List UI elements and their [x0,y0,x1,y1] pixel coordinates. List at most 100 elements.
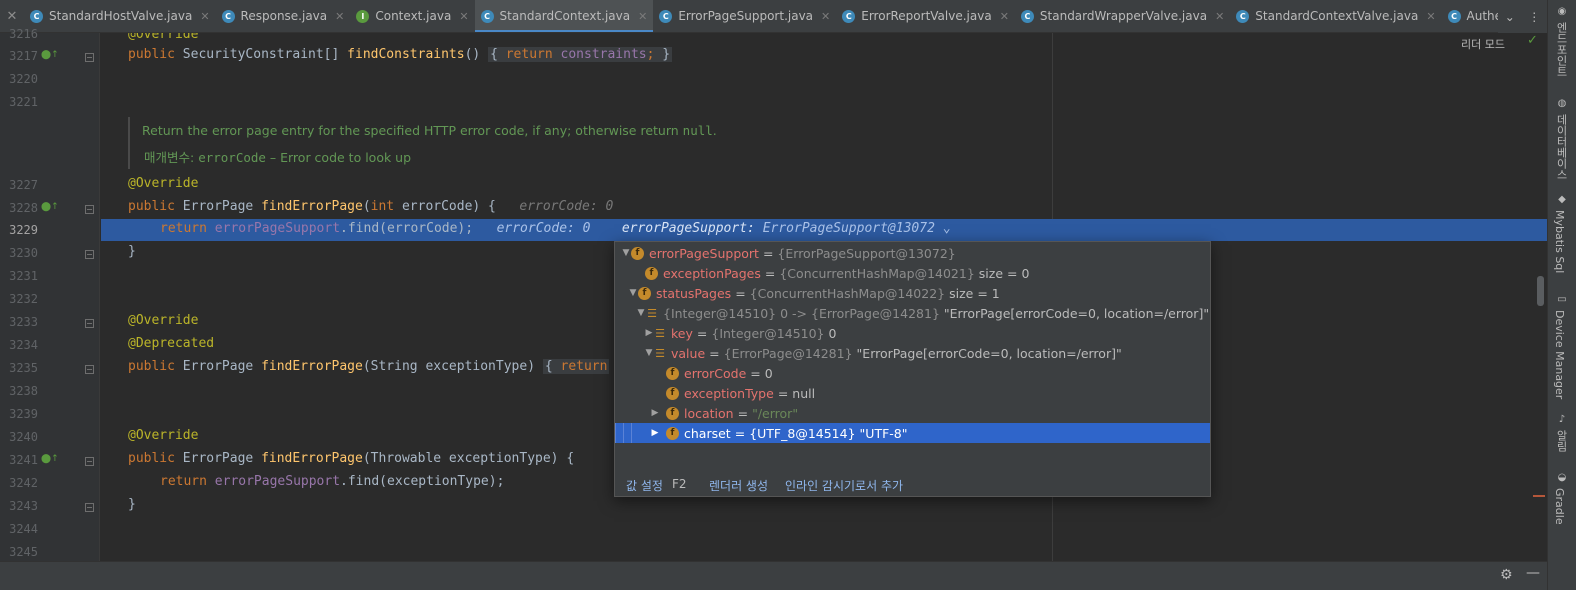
close-icon[interactable]: ✕ [1426,10,1435,23]
close-icon[interactable]: ✕ [335,10,344,23]
chevron-down-icon[interactable]: ▼ [628,288,638,298]
device-manager-icon[interactable]: ▭ [1556,294,1568,306]
gradle-icon[interactable]: ◒ [1556,472,1568,484]
database-tool-button[interactable]: 데이터베이스 [1553,114,1569,180]
fold-icon[interactable] [85,365,94,374]
fold-icon[interactable] [85,457,94,466]
variable-row[interactable]: ▼ ☰ value = {ErrorPage@14281} "ErrorPage[err… [615,343,1210,363]
code-line: @Override [128,313,199,328]
create-renderer-link[interactable]: 렌더러 생성 [709,477,768,494]
inline-debug-value: errorCode: 0 [496,221,591,236]
tree-guides [615,423,639,443]
chevron-right-icon[interactable]: ▶ [650,408,660,418]
line-number: 3234 [9,338,38,352]
mybatis-tool-button[interactable]: Mybatis Sql [1553,210,1566,273]
fold-icon[interactable] [85,205,94,214]
override-marker-icon[interactable]: ⬤↑ [41,202,59,212]
more-options-icon[interactable]: ⋮ [1528,10,1540,24]
close-icon[interactable]: ✕ [459,10,468,23]
device-manager-tool-button[interactable]: Device Manager [1553,310,1566,399]
fold-icon[interactable] [85,319,94,328]
tab-standardcontextvalve[interactable]: C StandardContextValve.java ✕ [1230,0,1441,32]
tab-label: ErrorPageSupport.java [678,9,814,23]
add-inline-watch-link[interactable]: 인라인 감시기로서 추가 [785,477,903,494]
folded-region[interactable]: { return [542,359,610,374]
tab-standardwrappervalve[interactable]: C StandardWrapperValve.java ✕ [1015,0,1230,32]
tab-context[interactable]: I Context.java ✕ [350,0,474,32]
code-line: @Override [128,428,199,443]
check-icon: ✓ [1527,33,1538,48]
reader-mode-button[interactable]: 리더 모드 [1461,36,1505,52]
chevron-right-icon[interactable]: ▶ [644,328,654,338]
close-icon[interactable]: ✕ [200,10,209,23]
class-icon: C [842,9,856,23]
line-number: 3230 [9,246,38,260]
override-marker-icon[interactable]: ⬤↑ [41,50,59,60]
close-icon[interactable]: ✕ [638,10,647,23]
tab-label: Context.java [375,9,452,23]
editor-gutter: 3216 3217 ⬤↑ 3220 3221 3227 3228 ⬤↑ 3229… [0,27,100,561]
fold-icon[interactable] [85,53,94,62]
line-number: 3239 [9,407,38,421]
inline-debug-value[interactable]: errorPageSupport: ErrorPageSupport@13072… [622,221,951,236]
variable-row[interactable]: f errorCode = 0 [615,363,1210,383]
rendered-doc-comment: Return the error page entry for the spec… [128,117,1028,169]
variable-row[interactable]: f exceptionType = null [615,383,1210,403]
variable-row-selected[interactable]: ▶ f charset = {UTF_8@14514} "UTF-8" [615,423,1210,443]
bottom-tool-bar: ⚙ — [0,561,1547,590]
line-number: 3217 [9,49,38,63]
vertical-scrollbar[interactable] [1537,276,1544,306]
line-number: 3245 [9,545,38,559]
variable-row[interactable]: f exceptionPages = {ConcurrentHashMap@1402… [615,263,1210,283]
minimize-icon[interactable]: — [1526,565,1540,581]
tab-response[interactable]: C Response.java ✕ [216,0,351,32]
close-icon[interactable]: ✕ [1215,10,1224,23]
notifications-tool-button[interactable]: 알림 [1553,430,1569,452]
field-icon: f [638,286,651,300]
endpoints-icon[interactable]: ◉ [1556,6,1568,18]
chevron-down-icon[interactable]: ▼ [644,348,654,358]
field-icon: f [645,266,658,280]
close-icon[interactable]: ✕ [1000,10,1009,23]
chevron-down-icon[interactable]: ⌄ [1505,10,1515,24]
variable-row[interactable]: ▼ f errorPageSupport = {ErrorPageSupport@13… [615,243,1210,263]
entry-icon: ☰ [647,306,657,320]
gradle-tool-button[interactable]: Gradle [1553,488,1566,525]
close-tabs-icon[interactable]: ✕ [0,9,24,24]
mybatis-icon[interactable]: ◆ [1556,194,1568,206]
variable-row[interactable]: ▶ ☰ key = {Integer@14510} 0 [615,323,1210,343]
chevron-down-icon[interactable]: ▼ [636,308,646,318]
error-stripe-marker[interactable] [1533,495,1545,497]
code-line: @Override [128,176,199,191]
fold-icon[interactable] [85,503,94,512]
variable-row[interactable]: ▼ ☰ {Integer@14510} 0 -> {ErrorPage@14281… [615,303,1210,323]
chevron-down-icon[interactable]: ▼ [621,248,631,258]
close-icon[interactable]: ✕ [821,10,830,23]
tab-standardcontext[interactable]: C StandardContext.java ✕ [474,0,654,32]
folded-region[interactable]: { return constraints; } [488,47,673,62]
code-line: public ErrorPage findErrorPage(Throwable… [128,451,575,466]
code-line: return errorPageSupport.find(exceptionTy… [160,474,505,489]
inline-debug-value: errorCode: 0 [519,199,614,214]
line-number: 3241 [9,453,38,467]
variable-row[interactable]: ▼ f statusPages = {ConcurrentHashMap@14022}… [615,283,1210,303]
line-number: 3232 [9,292,38,306]
tab-standardhostvalve[interactable]: C StandardHostValve.java ✕ [24,0,216,32]
line-number: 3229 [9,223,38,237]
class-icon: C [480,9,494,23]
tab-errorreportvalve[interactable]: C ErrorReportValve.java ✕ [836,0,1015,32]
set-value-link[interactable]: 값 설정 [626,477,663,494]
bell-icon[interactable]: ♪ [1556,414,1568,426]
endpoints-tool-button[interactable]: 엔드포인트 [1553,22,1569,77]
override-marker-icon[interactable]: ⬤↑ [41,454,59,464]
tab-label: StandardContext.java [499,9,631,23]
class-icon: C [1020,9,1034,23]
tab-errorpagesupport[interactable]: C ErrorPageSupport.java ✕ [653,0,836,32]
gear-icon[interactable]: ⚙ [1500,567,1513,583]
field-icon: f [666,386,679,400]
fold-icon[interactable] [85,250,94,259]
tab-label: StandardHostValve.java [49,9,193,23]
chevron-right-icon[interactable]: ▶ [650,428,660,438]
database-icon[interactable]: ◍ [1556,98,1568,110]
variable-row[interactable]: ▶ f location = "/error" [615,403,1210,423]
